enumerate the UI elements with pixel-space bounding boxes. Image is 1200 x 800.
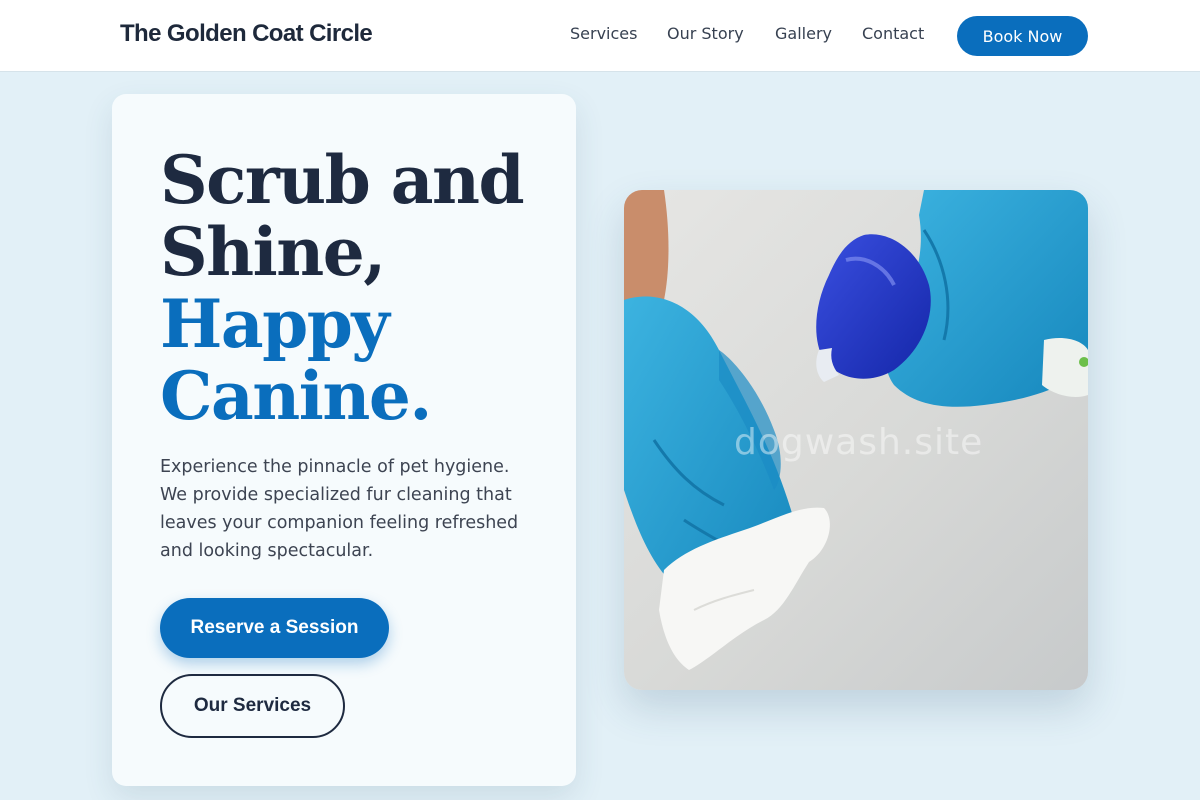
headline-line-1: Scrub and	[160, 141, 525, 219]
photo-watermark: dogwash.site	[734, 422, 984, 463]
site-header: The Golden Coat Circle Services Our Stor…	[0, 0, 1200, 72]
headline-accent-line-1: Happy	[160, 285, 390, 363]
headline-line-2: Shine,	[160, 213, 386, 291]
hero-card: Scrub and Shine, Happy Canine. Experienc…	[112, 94, 576, 786]
hero-headline: Scrub and Shine, Happy Canine.	[160, 141, 525, 435]
headline-accent-line-2: Canine.	[160, 357, 432, 435]
brand-logo[interactable]: The Golden Coat Circle	[120, 20, 373, 48]
reserve-session-button[interactable]: Reserve a Session	[160, 598, 389, 658]
nav-link-services[interactable]: Services	[570, 24, 637, 43]
nav-link-gallery[interactable]: Gallery	[775, 24, 832, 43]
book-now-button[interactable]: Book Now	[957, 16, 1088, 56]
our-services-button[interactable]: Our Services	[160, 674, 345, 738]
nav-link-our-story[interactable]: Our Story	[667, 24, 744, 43]
hero-description: Experience the pinnacle of pet hygiene. …	[160, 457, 519, 561]
hero-photo: dogwash.site	[624, 190, 1088, 690]
nav-link-contact[interactable]: Contact	[862, 24, 924, 43]
